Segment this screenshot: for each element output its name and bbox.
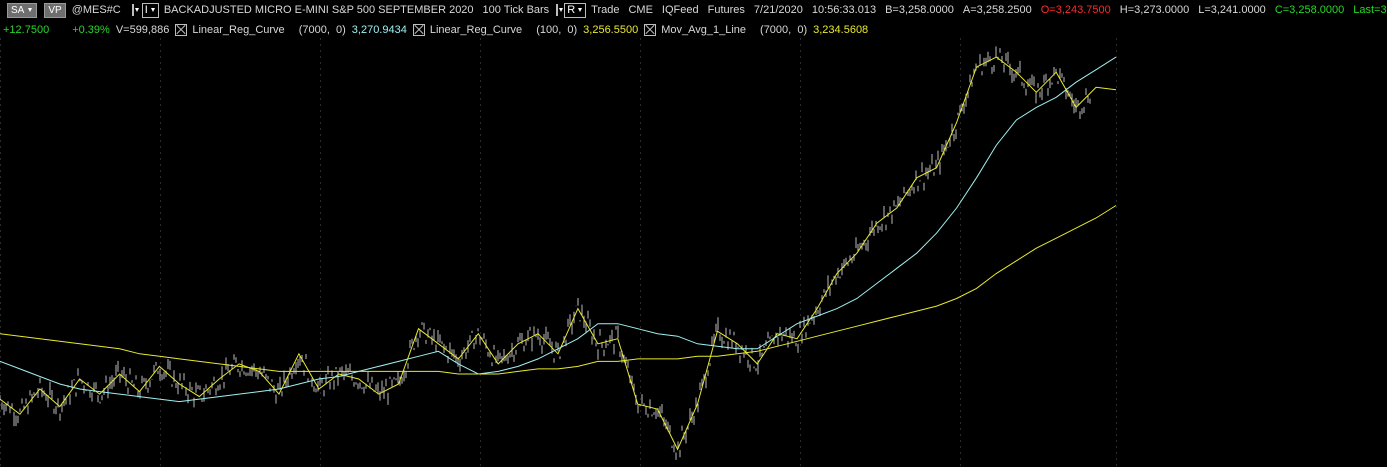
chevron-down-icon xyxy=(576,5,583,15)
feed-label: IQFeed xyxy=(661,4,699,16)
data-type-label: Trade xyxy=(591,4,620,16)
sa-label: SA xyxy=(11,4,25,16)
indicator-bar: +12.7500 +0.39% V=599,886 Linear_Reg_Cur… xyxy=(0,22,1387,38)
indicator-params: (7000, 0) xyxy=(760,24,808,36)
indicator-name: Linear_Reg_Curve xyxy=(429,24,523,36)
chevron-down-icon xyxy=(149,5,156,15)
indicator-params: (100, 0) xyxy=(536,24,578,36)
exchange-label: CME xyxy=(628,4,653,16)
volume-label: V=599,886 xyxy=(115,24,170,36)
ask-label: A=3,258.2500 xyxy=(962,4,1032,16)
net-change: +12.7500 xyxy=(3,24,50,36)
close-label: C=3,258.0000 xyxy=(1274,4,1345,16)
indicator-name: Linear_Reg_Curve xyxy=(192,24,285,36)
close-icon[interactable] xyxy=(175,24,188,36)
category-label: Futures xyxy=(707,4,745,16)
sa-button[interactable]: SA xyxy=(7,2,38,18)
open-label: O=3,243.7500 xyxy=(1040,4,1111,16)
interval-mode-label: I xyxy=(144,4,148,16)
r-dropdown[interactable]: R xyxy=(564,2,587,18)
pct-change: +0.39% xyxy=(72,24,110,36)
r-label: R xyxy=(567,4,576,16)
chevron-down-icon[interactable] xyxy=(26,5,33,15)
indicator-params: (7000, 0) xyxy=(298,24,346,36)
low-label: L=3,241.0000 xyxy=(1198,4,1266,16)
bar-type-dropdown-chevron-icon[interactable] xyxy=(556,4,564,16)
high-label: H=3,273.0000 xyxy=(1119,4,1190,16)
time-label: 10:56:33.013 xyxy=(811,4,877,16)
indicator-name: Mov_Avg_1_Line xyxy=(661,24,747,36)
interval-mode-dropdown[interactable]: I xyxy=(141,2,159,18)
indicator-value: 3,234.5608 xyxy=(813,24,869,36)
instrument-name: BACKADJUSTED MICRO E-MINI S&P 500 SEPTEM… xyxy=(163,4,474,16)
bar-type-label: 100 Tick Bars xyxy=(482,4,550,16)
price-chart[interactable] xyxy=(0,38,1387,467)
indicator-value: 3,270.9434 xyxy=(351,24,407,36)
symbol-label: @MES#C xyxy=(71,4,121,16)
vp-button[interactable]: VP xyxy=(44,2,66,18)
symbol-dropdown-chevron-icon[interactable] xyxy=(131,4,139,16)
date-label: 7/21/2020 xyxy=(753,4,803,16)
series-line-linear-reg-100 xyxy=(0,56,1117,451)
bid-label: B=3,258.0000 xyxy=(885,4,954,16)
last-label: Last=3,258.0000 xyxy=(1353,4,1387,16)
chart-header-bar: SA VP @MES#C I BACKADJUSTED MICRO E-MINI… xyxy=(0,0,1387,20)
price-bars xyxy=(0,46,1091,460)
close-icon[interactable] xyxy=(412,24,425,36)
indicator-value: 3,256.5500 xyxy=(583,24,639,36)
close-icon[interactable] xyxy=(644,24,657,36)
